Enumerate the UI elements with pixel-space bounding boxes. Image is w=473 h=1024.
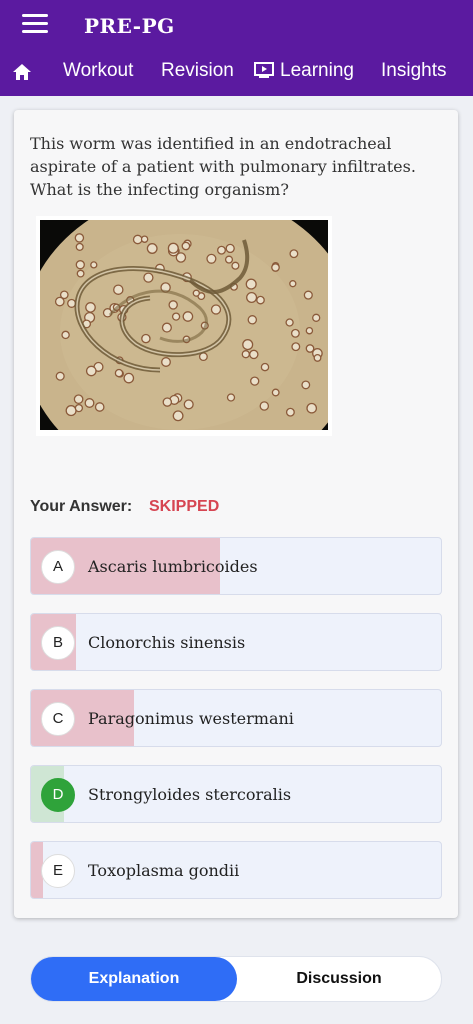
nav-workout[interactable]: Workout [63, 60, 133, 82]
nav-learning-label: Learning [280, 60, 354, 81]
question-card: This worm was identified in an endotrach… [14, 110, 458, 918]
app-header: PRE-PG Workout Revision Learning Insight… [0, 0, 473, 96]
option-e[interactable]: E Toxoplasma gondii [30, 841, 442, 899]
option-letter: B [41, 626, 75, 660]
nav-learning[interactable]: Learning [254, 60, 354, 82]
option-c[interactable]: C Paragonimus westermani [30, 689, 442, 747]
nav-revision[interactable]: Revision [161, 60, 234, 82]
option-letter-correct: D [41, 778, 75, 812]
nav-insights[interactable]: Insights [381, 60, 446, 82]
tab-switcher: Explanation Discussion [30, 956, 442, 1002]
home-icon[interactable] [12, 62, 32, 82]
option-a[interactable]: A Ascaris lumbricoides [30, 537, 442, 595]
main-nav: Workout Revision Learning Insights [0, 56, 473, 90]
play-screen-icon [254, 62, 274, 78]
question-text: This worm was identified in an endotrach… [30, 134, 416, 199]
tab-explanation[interactable]: Explanation [31, 957, 237, 1001]
option-letter: A [41, 550, 75, 584]
answer-status: SKIPPED [149, 498, 220, 515]
option-text: Toxoplasma gondii [88, 861, 240, 880]
option-letter: C [41, 702, 75, 736]
hamburger-menu-icon[interactable] [22, 14, 48, 36]
bottom-bar: Explanation Discussion [0, 934, 473, 1024]
app-title: PRE-PG [84, 14, 175, 38]
question-image [36, 216, 332, 436]
option-text: Clonorchis sinensis [88, 633, 246, 652]
option-text: Strongyloides stercoralis [88, 785, 292, 804]
your-answer-label: Your Answer: [30, 498, 133, 515]
option-text: Ascaris lumbricoides [88, 557, 258, 576]
option-b[interactable]: B Clonorchis sinensis [30, 613, 442, 671]
option-letter: E [41, 854, 75, 888]
tab-discussion[interactable]: Discussion [237, 957, 441, 1001]
option-text: Paragonimus westermani [88, 709, 294, 728]
option-d[interactable]: D Strongyloides stercoralis [30, 765, 442, 823]
